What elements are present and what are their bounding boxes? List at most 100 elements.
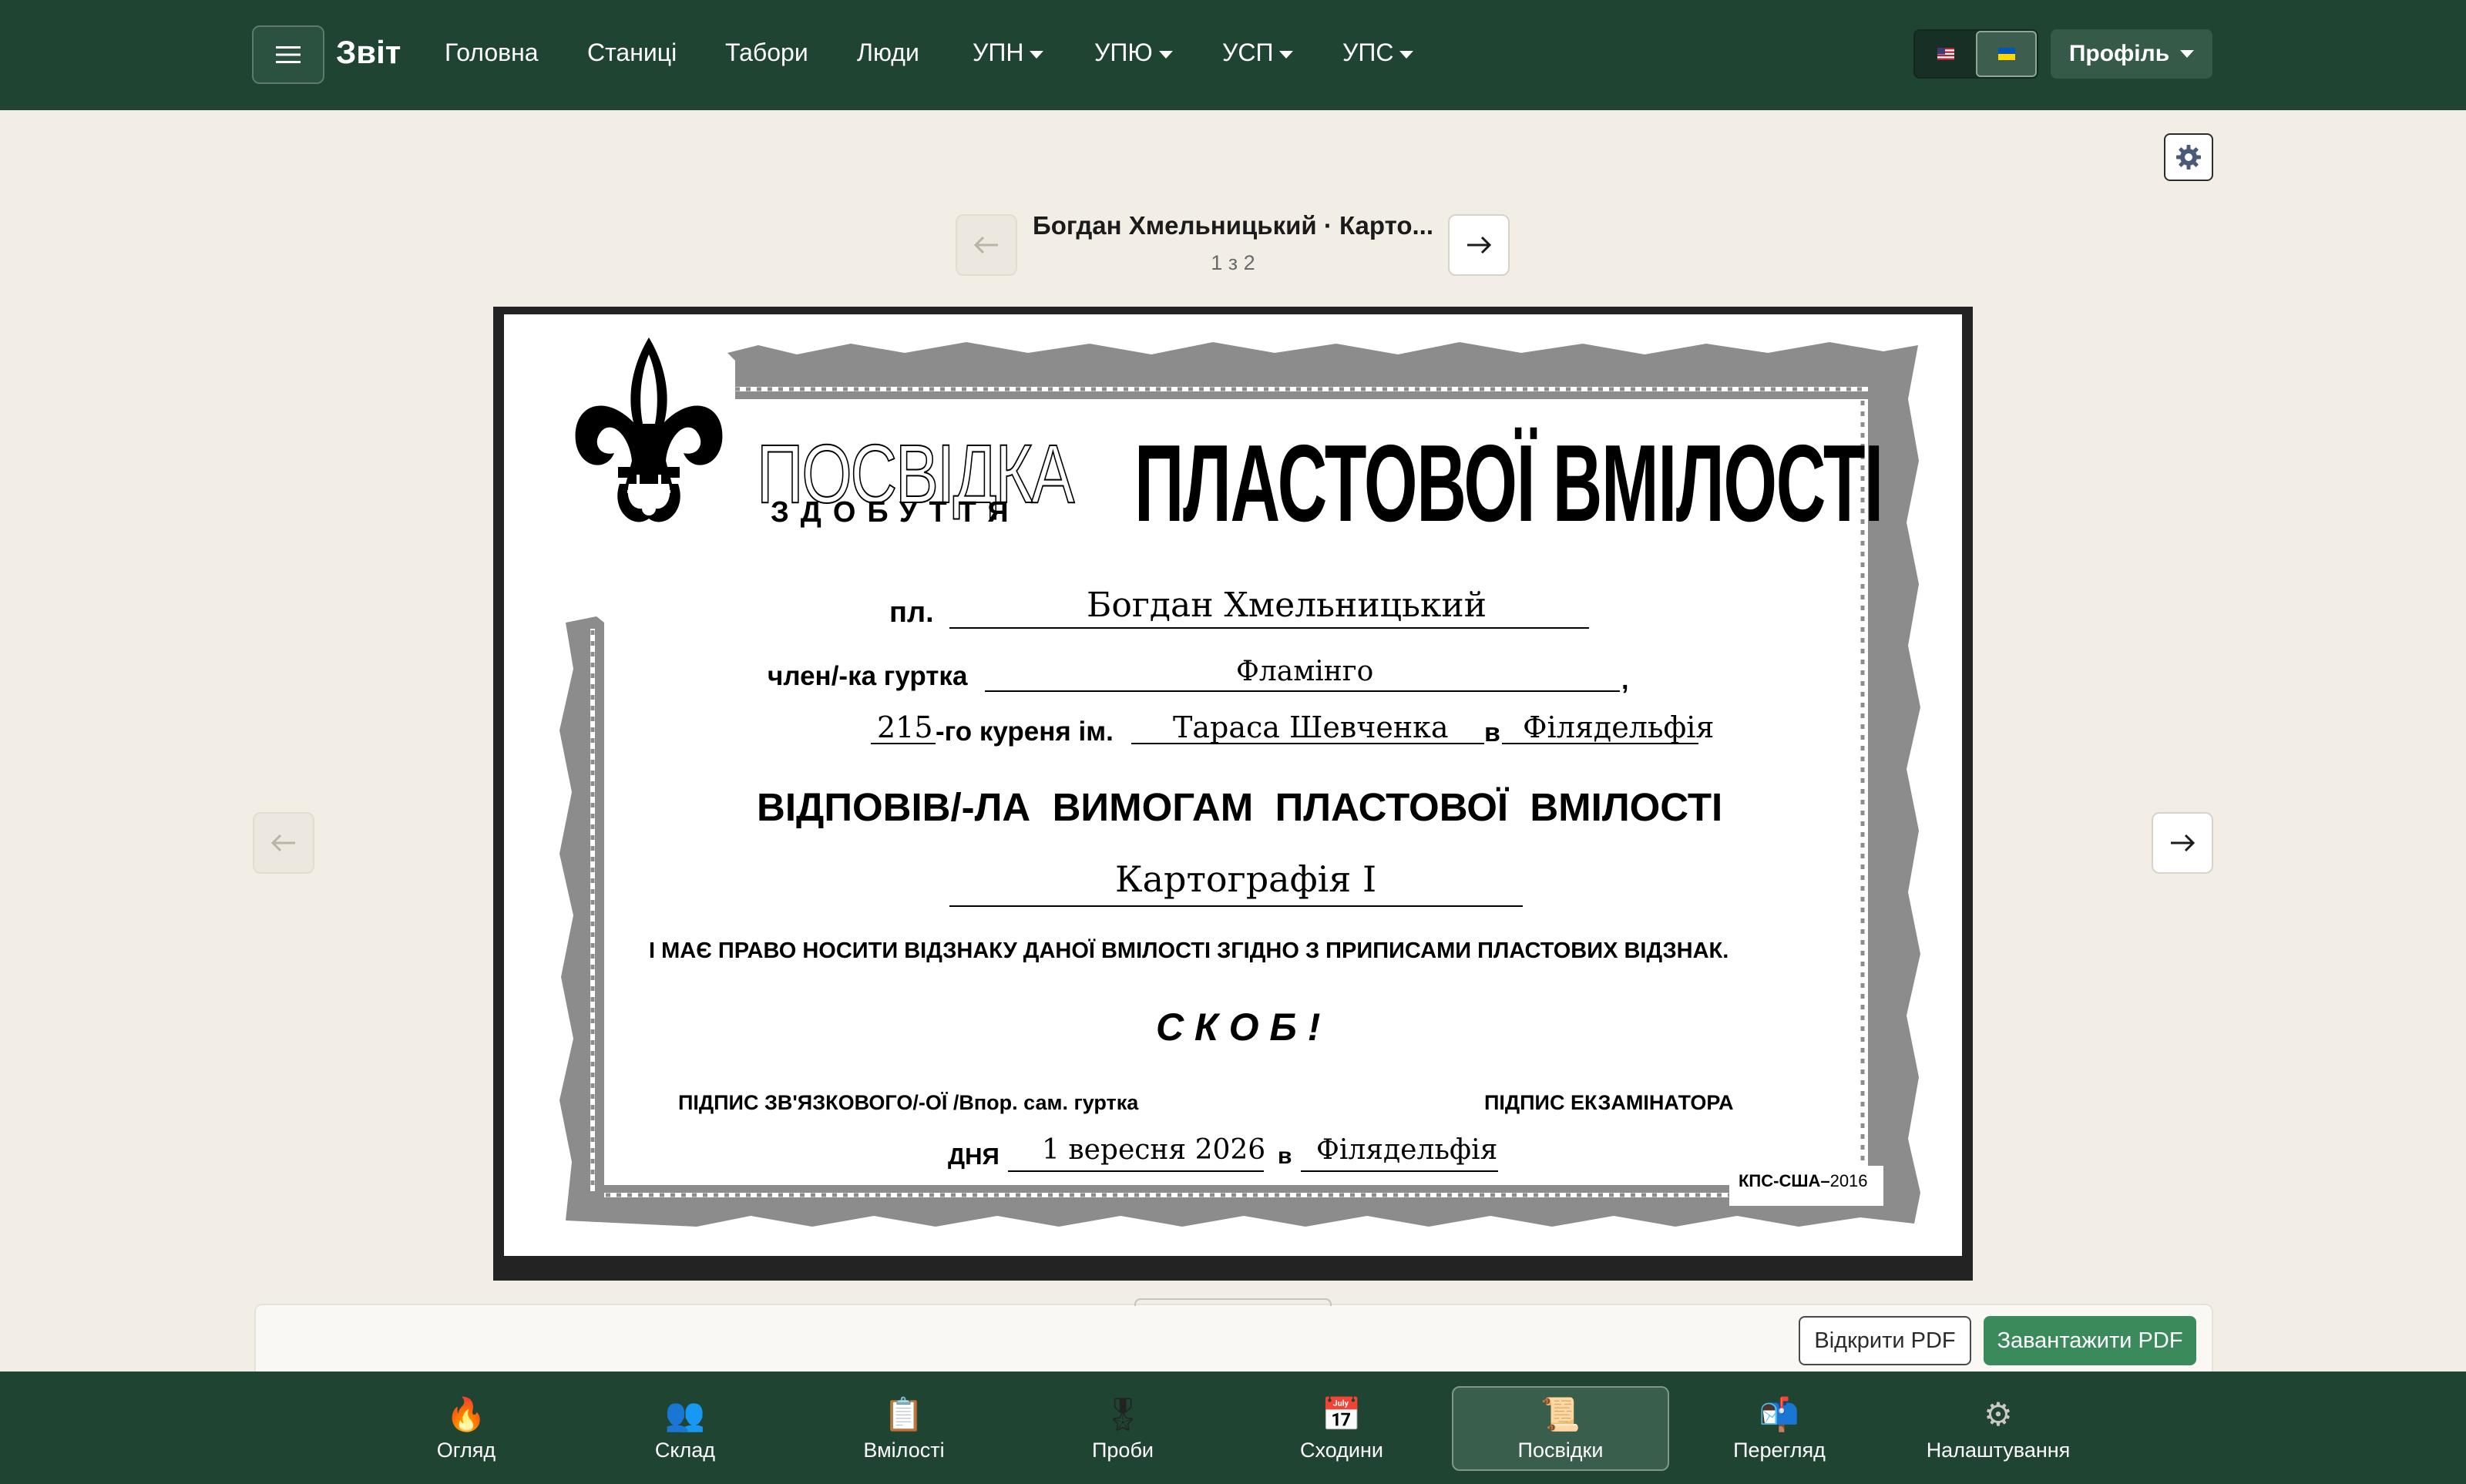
plast-lily-logo <box>575 337 723 522</box>
previous-page-button[interactable] <box>253 812 314 874</box>
member-label: член/-ка гуртка <box>768 661 968 691</box>
open-pdf-button[interactable]: Відкрити PDF <box>1799 1316 1971 1365</box>
campfire-icon: 🔥 <box>445 1395 487 1432</box>
day-label: ДНЯ <box>948 1143 1000 1170</box>
nav-link-label: Табори <box>725 39 808 66</box>
tab-label: Огляд <box>436 1438 496 1462</box>
tab-roster[interactable]: 👥 Склад <box>576 1386 794 1471</box>
form-code: КПС-США–2016 <box>1739 1171 1868 1191</box>
tab-label: Сходини <box>1300 1438 1383 1462</box>
download-pdf-button[interactable]: Завантажити PDF <box>1984 1316 2196 1365</box>
group-name: Фламінго <box>1236 656 1374 687</box>
nav-link-label: УПС <box>1342 39 1394 66</box>
medal-icon: 🎖 <box>1102 1395 1144 1432</box>
nav-link-label: Станиці <box>587 39 677 66</box>
form-code-prefix: КПС-США– <box>1739 1171 1830 1190</box>
place-label: в <box>1278 1143 1292 1169</box>
ua-flag-icon <box>1997 48 2015 60</box>
mailbox-icon: 📬 <box>1759 1395 1800 1432</box>
tab-label: Вмілості <box>863 1438 945 1462</box>
issue-date: 1 вересня 2026 <box>1042 1134 1266 1166</box>
nav-dropdown-usp[interactable]: УСП <box>1222 39 1294 67</box>
tab-skills[interactable]: 📋 Вмілості <box>795 1386 1013 1471</box>
in-label: в <box>1484 718 1500 747</box>
viewer-settings-button[interactable] <box>2164 133 2213 181</box>
nav-link-label: УПЮ <box>1094 39 1153 66</box>
right-to-wear-text: І МАЄ ПРАВО НОСИТИ ВІДЗНАКУ ДАНОЇ ВМІЛОС… <box>649 938 1729 963</box>
nav-dropdown-upn[interactable]: УПН <box>973 39 1044 67</box>
brand-logo[interactable]: Звіт <box>336 34 401 71</box>
issue-place: Філядельфія <box>1316 1134 1498 1166</box>
nav-link-people[interactable]: Люди <box>857 39 919 67</box>
tab-meetings[interactable]: 📅 Сходини <box>1233 1386 1450 1471</box>
tab-certificates[interactable]: 📜 Посвідки <box>1452 1386 1669 1471</box>
nav-dropdown-ups[interactable]: УПС <box>1342 39 1414 67</box>
city-name: Філядельфія <box>1523 710 1715 744</box>
kurin-name: Тараса Шевченка <box>1173 710 1449 744</box>
nav-link-label: УПН <box>973 39 1024 66</box>
tab-label: Перегляд <box>1733 1438 1826 1462</box>
tab-label: Склад <box>654 1438 716 1462</box>
document-counter: 1 з 2 <box>1211 251 1255 274</box>
certificate-preview: ПОСВІДКА ЗДОБУТТЯ ПЛАСТОВОЇ ВМІЛОСТІ пл.… <box>493 307 1973 1281</box>
us-flag-icon <box>1937 48 1954 60</box>
signature-left-label: ПІДПИС ЗВ'ЯЗКОВОГО/-ОЇ /Впор. сам. гуртк… <box>678 1091 1139 1114</box>
form-code-year: 2016 <box>1829 1171 1868 1190</box>
caret-down-icon <box>1399 50 1414 59</box>
top-navbar: Звіт Головна Станиці Табори Люди УПН УПЮ… <box>0 0 2466 110</box>
recipient-name: Богдан Хмельницький <box>1087 586 1487 625</box>
certificate-title-main: ПЛАСТОВОЇ ВМІЛОСТІ <box>1134 422 1883 545</box>
next-page-button[interactable] <box>2152 812 2213 874</box>
nav-dropdown-upyu[interactable]: УПЮ <box>1094 39 1173 67</box>
language-switcher <box>1913 29 2038 79</box>
caret-down-icon <box>2180 50 2195 58</box>
sheet-drag-handle[interactable] <box>1134 1298 1332 1306</box>
kurin-label: -го куреня ім. <box>936 717 1114 747</box>
tab-label: Налаштування <box>1926 1438 2071 1462</box>
arrow-right-icon <box>1467 236 1492 254</box>
language-english-button[interactable] <box>1915 31 1976 77</box>
motto: С К О Б ! <box>1156 1006 1321 1049</box>
caret-down-icon <box>1030 50 1044 59</box>
gear-icon <box>2176 145 2201 170</box>
requirements-line: ВІДПОВІВ/-ЛА ВИМОГАМ ПЛАСТОВОЇ ВМІЛОСТІ <box>757 785 1723 829</box>
nav-link-camps[interactable]: Табори <box>725 39 808 67</box>
document-title: Богдан Хмельницький · Карто... <box>1032 211 1433 240</box>
tab-label: Посвідки <box>1517 1438 1604 1462</box>
tab-label: Проби <box>1092 1438 1154 1462</box>
certificate-page: ПОСВІДКА ЗДОБУТТЯ ПЛАСТОВОЇ ВМІЛОСТІ пл.… <box>504 314 1962 1256</box>
bottom-tab-bar: 🔥 Огляд 👥 Склад 📋 Вмілості 🎖 Проби 📅 Схо… <box>0 1372 2466 1484</box>
arrow-right-icon <box>2171 834 2196 852</box>
kurin-number: 215 <box>877 710 933 744</box>
hamburger-icon <box>276 46 301 63</box>
arrow-left-icon <box>973 236 998 254</box>
previous-document-button[interactable] <box>956 214 1017 276</box>
nav-link-label: УСП <box>1222 39 1274 66</box>
language-ukrainian-button[interactable] <box>1976 31 2037 77</box>
tab-settings[interactable]: ⚙ Налаштування <box>1890 1386 2107 1471</box>
next-document-button[interactable] <box>1448 214 1510 276</box>
tab-review[interactable]: 📬 Перегляд <box>1671 1386 1888 1471</box>
nav-link-label: Головна <box>445 39 539 66</box>
caret-down-icon <box>1158 50 1173 59</box>
people-icon: 👥 <box>664 1395 706 1432</box>
menu-toggle-button[interactable] <box>252 25 324 84</box>
nav-link-home[interactable]: Головна <box>445 39 539 67</box>
nav-link-stanytsi[interactable]: Станиці <box>587 39 677 67</box>
tab-tests[interactable]: 🎖 Проби <box>1014 1386 1231 1471</box>
scroll-icon: 📜 <box>1540 1395 1581 1432</box>
clipboard-icon: 📋 <box>883 1395 925 1432</box>
caret-down-icon <box>1279 50 1294 59</box>
arrow-left-icon <box>270 834 295 852</box>
skill-name: Картографія І <box>1115 858 1377 900</box>
tab-overview[interactable]: 🔥 Огляд <box>358 1386 575 1471</box>
gear-icon: ⚙ <box>1984 1395 2013 1432</box>
certificate-subtitle-word: ЗДОБУТТЯ <box>771 496 1020 529</box>
comma: , <box>1621 666 1629 695</box>
signature-right-label: ПІДПИС ЕКЗАМІНАТОРА <box>1484 1091 1734 1114</box>
nav-link-label: Люди <box>857 39 919 66</box>
profile-dropdown-button[interactable]: Профіль <box>2051 29 2212 79</box>
profile-label: Профіль <box>2068 41 2170 66</box>
calendar-icon: 📅 <box>1321 1395 1362 1432</box>
pl-label: пл. <box>889 596 934 629</box>
